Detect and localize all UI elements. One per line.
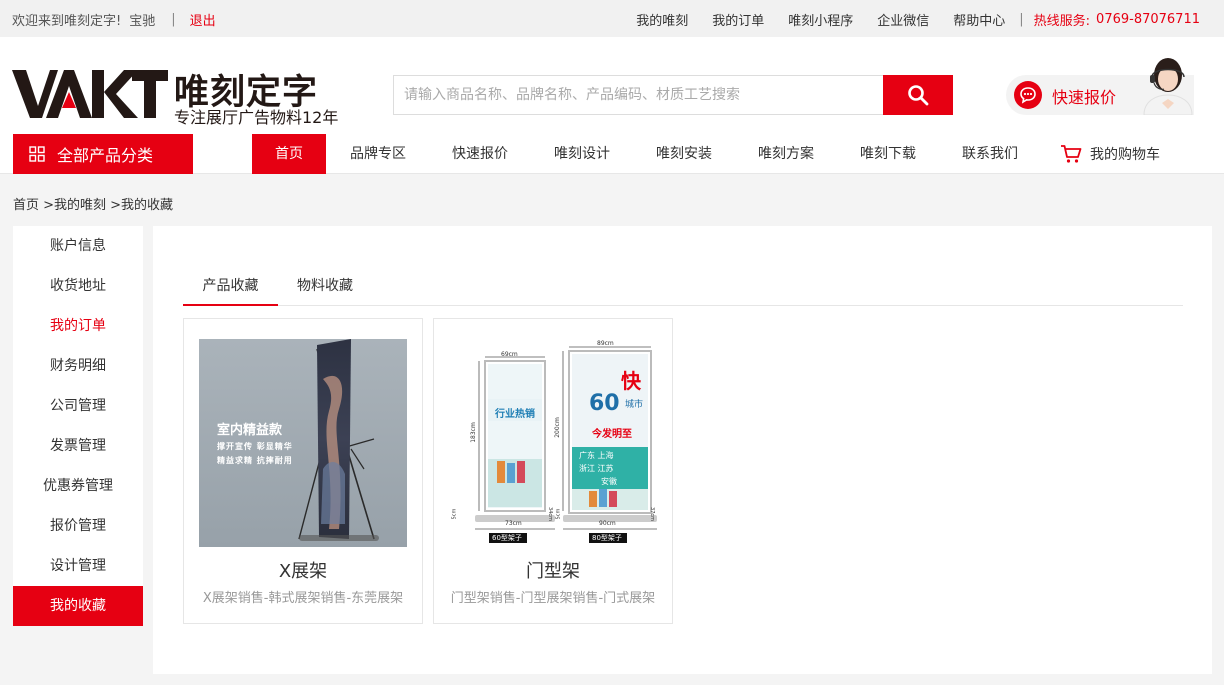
account-sidebar: 账户信息 收货地址 我的订单 财务明细 公司管理 发票管理 优惠券管理 报价管理…: [13, 226, 143, 626]
logo[interactable]: 唯刻定字 专注展厅广告物料12年: [12, 62, 342, 127]
city-item: 广东: [579, 451, 595, 460]
nav-install[interactable]: 唯刻安装: [646, 134, 722, 174]
top-bar-left: 欢迎来到唯刻定字! 宝驰 | 退出: [12, 10, 216, 29]
left-banner-text: 行业热销: [495, 409, 535, 420]
x-stand-line2: 精益求精 抗摔耐用: [217, 456, 293, 465]
nav-downloads[interactable]: 唯刻下载: [850, 134, 926, 174]
logo-mark-icon: [12, 70, 168, 118]
right-big-char: 快: [621, 369, 641, 393]
favorites-panel: 产品收藏 物料收藏 室内精益款 撑开宣传 彰显精华 精益求精 抗摔耐用 X展架 …: [153, 226, 1212, 674]
x-stand-line1: 撑开宣传 彰显精华: [217, 442, 293, 451]
product-title[interactable]: X展架: [184, 557, 422, 583]
tab-product-favorites[interactable]: 产品收藏: [183, 268, 278, 306]
welcome-text: 欢迎来到唯刻定字!: [12, 14, 122, 29]
shopping-cart-icon: [1061, 145, 1082, 163]
hotline-label: 热线服务:: [1033, 14, 1091, 29]
all-categories-button[interactable]: 全部产品分类: [13, 134, 193, 174]
right-bottom-label: 90cm: [599, 520, 616, 527]
right-height-label: 200cm: [553, 417, 561, 438]
city-item: 上海: [597, 451, 614, 460]
top-bar: 欢迎来到唯刻定字! 宝驰 | 退出 我的唯刻 我的订单 唯刻小程序 企业微信 帮…: [0, 0, 1224, 37]
search-button[interactable]: [883, 75, 953, 115]
product-image[interactable]: 69cm 行业热销 183cm 73cm 60型架子 89cm 快 60 城市 …: [449, 339, 657, 547]
right-width-label: 89cm: [597, 340, 614, 347]
customer-service-avatar: [1140, 51, 1196, 116]
top-link-mini-program[interactable]: 唯刻小程序: [788, 10, 853, 29]
header: 唯刻定字 专注展厅广告物料12年 快速报价: [0, 37, 1224, 133]
sidebar-item-account-info[interactable]: 账户信息: [13, 226, 143, 266]
left-width-label: 69cm: [501, 351, 518, 358]
nav-design[interactable]: 唯刻设计: [544, 134, 620, 174]
left-model-tag: 60型架子: [492, 534, 522, 542]
top-link-my-vakt[interactable]: 我的唯刻: [636, 10, 688, 29]
sidebar-item-orders[interactable]: 我的订单: [13, 306, 143, 346]
divider: |: [171, 12, 176, 27]
top-bar-right: 我的唯刻 我的订单 唯刻小程序 企业微信 帮助中心 | 热线服务: 0769-8…: [612, 10, 1200, 29]
product-card[interactable]: 69cm 行业热销 183cm 73cm 60型架子 89cm 快 60 城市 …: [433, 318, 673, 624]
left-height-label: 183cm: [469, 422, 477, 443]
left-bottom-label: 73cm: [505, 520, 522, 527]
product-description: X展架销售-韩式展架销售-东莞展架: [202, 591, 404, 606]
sidebar-item-address[interactable]: 收货地址: [13, 266, 143, 306]
left-base-label: 34cm: [546, 507, 553, 521]
nav-solutions[interactable]: 唯刻方案: [748, 134, 824, 174]
favorites-tabs: 产品收藏 物料收藏: [183, 268, 1183, 306]
sidebar-item-company[interactable]: 公司管理: [13, 386, 143, 426]
tab-material-favorites[interactable]: 物料收藏: [287, 268, 363, 306]
top-link-my-orders[interactable]: 我的订单: [712, 10, 764, 29]
city-item: 江苏: [597, 464, 614, 473]
right-number: 60: [589, 391, 620, 416]
top-link-wecom[interactable]: 企业微信: [877, 10, 929, 29]
search-icon: [908, 85, 929, 106]
username[interactable]: 宝驰: [129, 10, 155, 29]
sidebar-item-design[interactable]: 设计管理: [13, 546, 143, 586]
city-list: 广东 上海 浙江 江苏 安徽: [579, 449, 645, 488]
right-base-label: 37cm: [648, 507, 655, 521]
chat-bubble-icon: [1014, 81, 1042, 109]
hotline-number: 0769-87076711: [1096, 12, 1200, 27]
city-item: 安徽: [601, 477, 617, 486]
right-city-text: 城市: [625, 400, 644, 410]
cart-label: 我的购物车: [1090, 147, 1160, 163]
main-nav: 全部产品分类 首页 品牌专区 快速报价 唯刻设计 唯刻安装 唯刻方案 唯刻下载 …: [0, 133, 1224, 174]
search-bar: [393, 75, 953, 115]
sidebar-item-favorites[interactable]: 我的收藏: [13, 586, 143, 626]
divider: |: [1019, 12, 1024, 27]
sidebar-item-quotes[interactable]: 报价管理: [13, 506, 143, 546]
logout-link[interactable]: 退出: [190, 10, 216, 29]
top-link-help[interactable]: 帮助中心: [953, 10, 1005, 29]
nav-contact[interactable]: 联系我们: [952, 134, 1028, 174]
nav-brand-zone[interactable]: 品牌专区: [340, 134, 416, 174]
all-categories-label: 全部产品分类: [57, 146, 154, 165]
grid-icon: [29, 146, 45, 162]
product-card[interactable]: 室内精益款 撑开宣传 彰显精华 精益求精 抗摔耐用 X展架 X展架销售-韩式展架…: [183, 318, 423, 624]
product-image[interactable]: 室内精益款 撑开宣传 彰显精华 精益求精 抗摔耐用: [199, 339, 407, 547]
nav-cart[interactable]: 我的购物车: [1060, 134, 1160, 174]
right-red-text: 今发明至: [592, 429, 632, 440]
nav-quick-quote[interactable]: 快速报价: [442, 134, 518, 174]
product-description: 门型架销售-门型展架销售-门式展架: [450, 591, 656, 606]
right-model-tag: 80型架子: [592, 534, 622, 542]
product-title[interactable]: 门型架: [434, 557, 672, 583]
nav-home[interactable]: 首页: [252, 134, 326, 174]
search-input[interactable]: [393, 75, 883, 115]
sidebar-item-invoices[interactable]: 发票管理: [13, 426, 143, 466]
sidebar-item-finance[interactable]: 财务明细: [13, 346, 143, 386]
quick-quote-label: 快速报价: [1052, 88, 1117, 107]
city-item: 浙江: [579, 464, 595, 473]
right-depth-label: 5cm: [555, 508, 562, 520]
breadcrumb: 首页 >我的唯刻 >我的收藏: [13, 198, 174, 213]
left-depth-label: 5cm: [451, 508, 458, 520]
x-stand-heading: 室内精益款: [217, 423, 283, 438]
sidebar-item-coupons[interactable]: 优惠券管理: [13, 466, 143, 506]
logo-slogan: 专注展厅广告物料12年: [174, 108, 339, 127]
